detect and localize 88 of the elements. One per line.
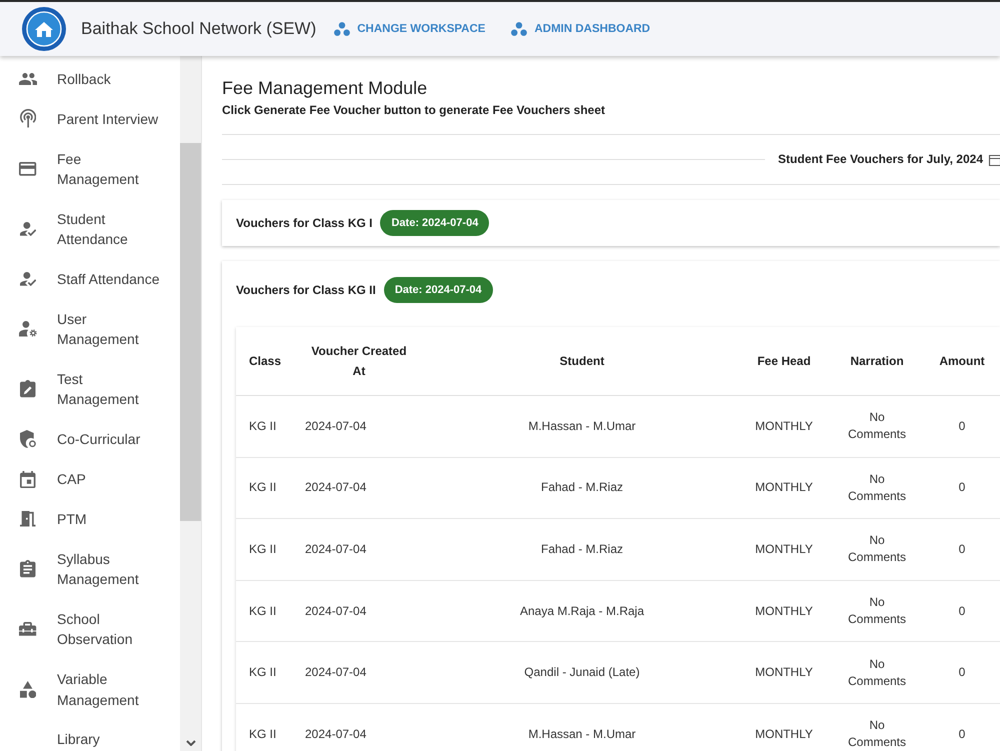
calendar-icon <box>20 470 36 488</box>
table-cell: KG II <box>236 519 292 581</box>
header-action-button[interactable]: CHANGE WORKSPACE <box>326 16 494 42</box>
table-cell: 2024-07-04 <box>292 642 426 704</box>
table-cell: 0 <box>924 519 1000 581</box>
three-dots-icon <box>334 22 350 36</box>
column-header: Amount <box>924 327 1000 396</box>
table-cell: 0 <box>924 704 1000 751</box>
clipboard-pencil-icon <box>20 380 36 398</box>
scrollbar-track[interactable] <box>180 56 201 751</box>
table-cell: 0 <box>924 580 1000 642</box>
person-check-icon <box>20 272 36 286</box>
person-gear-icon <box>18 321 38 338</box>
building-emblem-icon[interactable] <box>22 7 66 51</box>
table-cell: No Comments <box>830 580 924 642</box>
sidebar-item[interactable]: Test Management <box>0 359 180 420</box>
date-badge: Date: 2024-07-04 <box>384 277 493 303</box>
door-icon <box>20 511 36 527</box>
table-cell: 2024-07-04 <box>292 458 426 520</box>
sidebar-item[interactable]: Parent Interview <box>0 98 180 139</box>
three-dots-icon <box>511 22 528 36</box>
calendar-icon[interactable] <box>988 152 1000 166</box>
sidebar-item[interactable]: Rollback <box>0 59 180 99</box>
antenna-signal-icon <box>20 109 36 128</box>
clipboard-icon <box>20 560 36 578</box>
sidebar-item[interactable]: Student Attendance <box>0 198 180 260</box>
scrollbar-thumb[interactable] <box>180 143 201 521</box>
table-cell: KG II <box>236 396 292 458</box>
toolbox-icon <box>19 622 37 636</box>
page-subtitle: Click Generate Fee Voucher button to generate Fee Vouchers sheet <box>222 102 606 118</box>
sidebar-item[interactable]: Staff Attendance <box>0 259 180 300</box>
shield-icon <box>20 430 36 448</box>
sidebar-item[interactable]: Variable Management <box>0 659 180 720</box>
credit-card-icon <box>19 162 37 176</box>
app-title: Baithak School Network (SEW) <box>81 19 316 39</box>
page-title: Fee Management Module <box>222 77 428 100</box>
table-cell: Anaya M.Raja - M.Raja <box>426 580 738 642</box>
table-cell: MONTHLY <box>738 458 830 520</box>
table-cell: No Comments <box>830 642 924 704</box>
header-action-button[interactable]: ADMIN DASHBOARD <box>503 16 658 42</box>
table-cell: 0 <box>924 458 1000 520</box>
table-cell: 2024-07-04 <box>292 580 426 642</box>
table-cell: 2024-07-04 <box>292 396 426 458</box>
table-cell: 0 <box>924 642 1000 704</box>
voucher-group-card[interactable]: Vouchers for Class KG I Date: 2024-07-04 <box>222 200 1000 246</box>
column-header: Narration <box>830 327 924 396</box>
table-cell: 2024-07-04 <box>292 519 426 581</box>
sidebar-item[interactable]: User Management <box>0 299 180 360</box>
person-check-icon <box>20 222 36 236</box>
table-cell: MONTHLY <box>738 580 830 642</box>
column-header: Voucher Created At <box>292 327 426 396</box>
chevron-down-icon[interactable] <box>186 740 196 746</box>
sidebar-item[interactable]: Fee Management <box>0 138 180 199</box>
date-badge: Date: 2024-07-04 <box>380 210 490 236</box>
table-cell: No Comments <box>830 704 924 751</box>
table-cell: M.Hassan - M.Umar <box>426 396 738 458</box>
sidebar-item[interactable]: PTM <box>0 499 180 540</box>
sidebar-item[interactable]: Syllabus Management <box>0 539 180 600</box>
sidebar-item[interactable]: Co-Curricular <box>0 419 180 460</box>
column-header: Student <box>426 327 738 396</box>
voucher-group-title: Vouchers for Class KG II <box>236 283 376 297</box>
table-cell: Fahad - M.Riaz <box>426 458 738 520</box>
table-cell: M.Hassan - M.Umar <box>426 704 738 751</box>
table-cell: 0 <box>924 396 1000 458</box>
column-header: Fee Head <box>738 327 830 396</box>
table-cell: No Comments <box>830 519 924 581</box>
table-cell: 2024-07-04 <box>292 704 426 751</box>
sidebar-item[interactable]: School Observation <box>0 599 180 660</box>
table-cell: KG II <box>236 704 292 751</box>
table-cell: MONTHLY <box>738 396 830 458</box>
voucher-group-title: Vouchers for Class KG I <box>236 216 372 230</box>
column-header: Class <box>236 327 292 396</box>
table-cell: MONTHLY <box>738 704 830 751</box>
people-icon <box>18 72 38 85</box>
table-cell: No Comments <box>830 396 924 458</box>
table-cell: KG II <box>236 580 292 642</box>
sidebar-item[interactable]: Library <box>0 720 180 751</box>
table-cell: MONTHLY <box>738 519 830 581</box>
period-label: Student Fee Vouchers for July, 2024 <box>778 152 983 166</box>
table-cell: KG II <box>236 458 292 520</box>
sidebar-item[interactable]: CAP <box>0 459 180 500</box>
table-cell: KG II <box>236 642 292 704</box>
table-cell: Fahad - M.Riaz <box>426 519 738 581</box>
shapes-icon <box>20 680 36 698</box>
voucher-group-card[interactable] <box>222 261 1000 751</box>
table-cell: Qandil - Junaid (Late) <box>426 642 738 704</box>
table-cell: MONTHLY <box>738 642 830 704</box>
table-cell: No Comments <box>830 458 924 520</box>
